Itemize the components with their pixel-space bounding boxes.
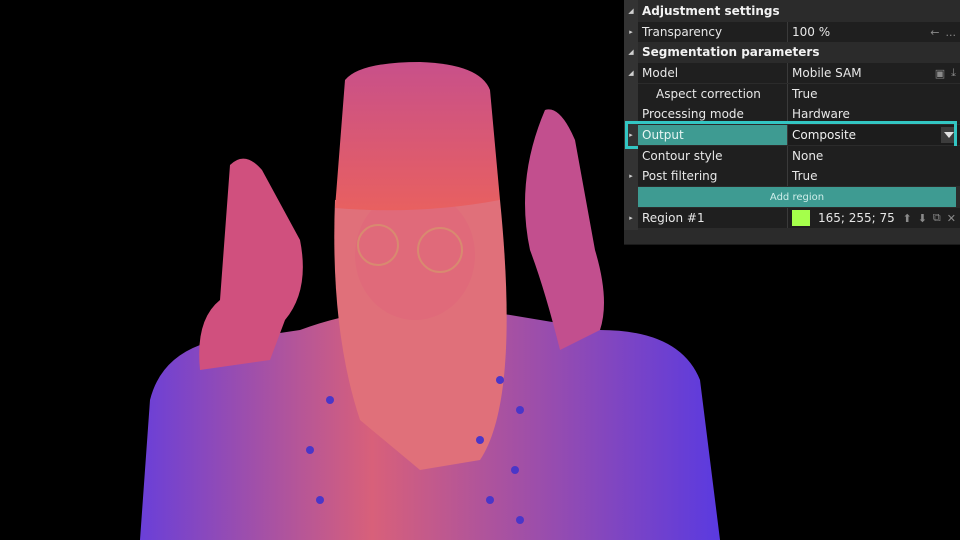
property-name: Transparency xyxy=(638,22,788,42)
row-output[interactable]: ▸ Output Composite xyxy=(624,125,960,145)
region-rgb: 165; 255; 75 xyxy=(818,211,895,225)
move-down-icon[interactable]: ⬇ xyxy=(918,212,927,225)
row-model[interactable]: ◢ Model Mobile SAM ▣ ⤓ xyxy=(624,63,960,83)
model-value[interactable]: Mobile SAM xyxy=(792,66,862,80)
property-name: Post filtering xyxy=(638,166,788,186)
row-transparency[interactable]: ▸ Transparency 100 % ← ... xyxy=(624,22,960,42)
row-processing-mode[interactable]: Processing mode Hardware xyxy=(624,104,960,124)
output-select[interactable]: Composite xyxy=(788,125,960,145)
contour-style-value[interactable]: None xyxy=(788,146,960,166)
collapse-icon[interactable]: ◢ xyxy=(624,42,638,62)
properties-panel: ◢ Adjustment settings ▸ Transparency 100… xyxy=(624,0,960,245)
row-aspect-correction[interactable]: Aspect correction True xyxy=(624,84,960,104)
reset-icon[interactable]: ← xyxy=(930,26,939,39)
property-name: Processing mode xyxy=(638,104,788,124)
group-adjustment-settings[interactable]: ◢ Adjustment settings xyxy=(624,1,960,21)
row-region-1[interactable]: ▸ Region #1 165; 255; 75 ⬆ ⬇ ⧉ ✕ xyxy=(624,208,960,228)
download-icon[interactable]: ⤓ xyxy=(951,66,956,80)
property-name: Aspect correction xyxy=(638,84,788,104)
output-value[interactable]: Composite xyxy=(792,128,856,142)
transparency-value[interactable]: 100 % xyxy=(792,25,830,39)
aspect-correction-value[interactable]: True xyxy=(788,84,960,104)
expand-icon[interactable]: ▸ xyxy=(624,22,638,42)
right-hand xyxy=(525,109,604,350)
add-region-button[interactable]: Add region xyxy=(638,187,956,207)
folder-icon[interactable]: ▣ xyxy=(935,67,945,80)
property-name: Model xyxy=(638,63,788,83)
property-name: Contour style xyxy=(638,146,788,166)
region-value[interactable]: 165; 255; 75 ⬆ ⬇ ⧉ ✕ xyxy=(788,208,960,228)
group-title: Segmentation parameters xyxy=(642,45,820,59)
region-label: Region #1 xyxy=(642,211,705,225)
property-value[interactable]: Mobile SAM ▣ ⤓ xyxy=(788,63,960,83)
property-name: Region #1 xyxy=(638,208,788,228)
more-icon[interactable]: ... xyxy=(946,26,957,39)
expand-icon[interactable]: ▸ xyxy=(624,166,638,186)
group-title: Adjustment settings xyxy=(642,4,780,18)
close-icon[interactable]: ✕ xyxy=(947,212,956,225)
property-value[interactable]: 100 % ← ... xyxy=(788,22,960,42)
beanie xyxy=(335,62,500,211)
collapse-icon[interactable]: ◢ xyxy=(624,63,638,83)
move-up-icon[interactable]: ⬆ xyxy=(902,212,911,225)
post-filtering-value[interactable]: True xyxy=(788,166,960,186)
processing-mode-value[interactable]: Hardware xyxy=(788,104,960,124)
group-segmentation-parameters[interactable]: ◢ Segmentation parameters xyxy=(624,42,960,62)
expand-icon[interactable]: ▸ xyxy=(624,208,638,228)
chevron-down-icon[interactable] xyxy=(941,127,957,143)
collapse-icon[interactable]: ◢ xyxy=(624,1,638,21)
property-name: Output xyxy=(638,125,788,145)
expand-icon[interactable]: ▸ xyxy=(624,125,638,145)
region-color-swatch[interactable] xyxy=(792,210,810,226)
row-contour-style[interactable]: Contour style None xyxy=(624,146,960,166)
row-post-filtering[interactable]: ▸ Post filtering True xyxy=(624,166,960,186)
copy-icon[interactable]: ⧉ xyxy=(933,211,941,225)
